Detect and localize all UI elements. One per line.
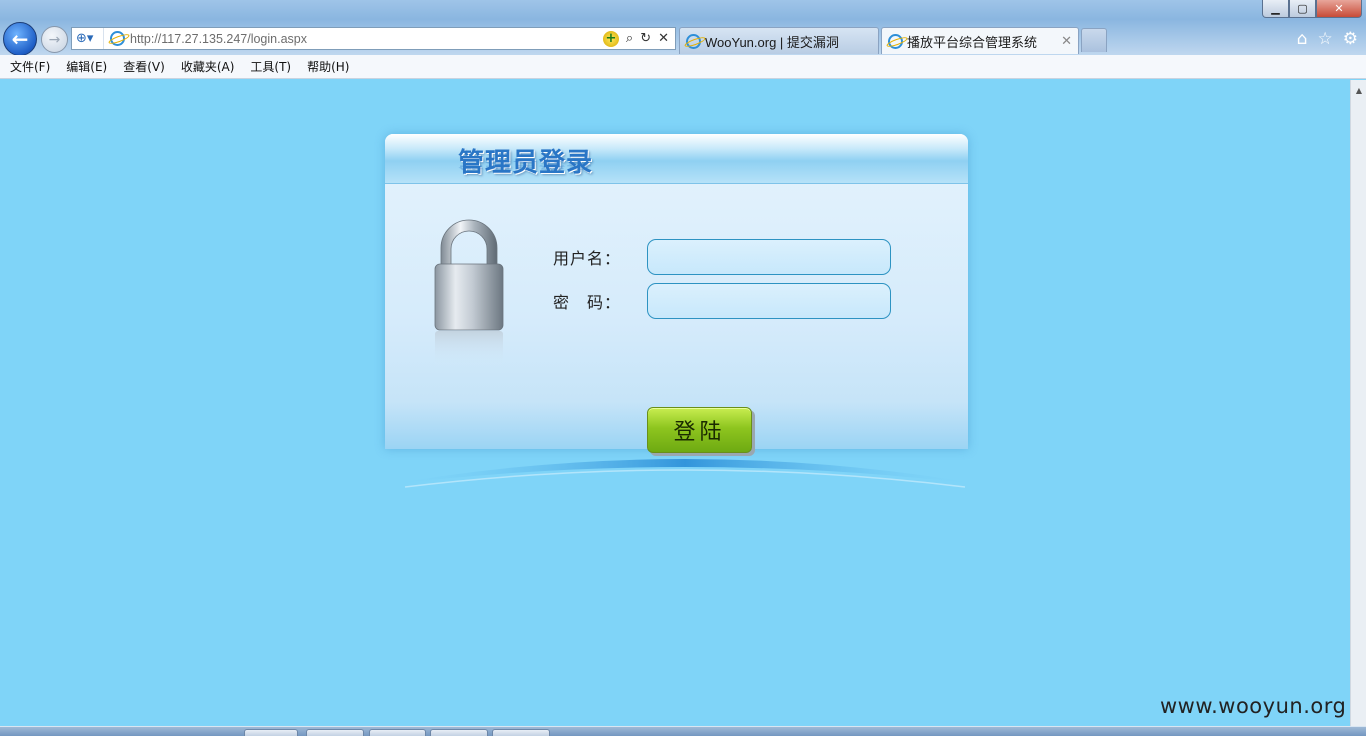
- taskbar-button[interactable]: [369, 729, 426, 736]
- menu-bar: 文件(F) 编辑(E) 查看(V) 收藏夹(A) 工具(T) 帮助(H): [0, 55, 1366, 79]
- login-title-reflection: 管理员登录: [458, 159, 594, 170]
- window-controls: ▁ ▢ ✕: [1262, 0, 1362, 18]
- new-tab-button[interactable]: [1081, 28, 1107, 52]
- windows-taskbar: [0, 726, 1366, 736]
- url-text[interactable]: http://117.27.135.247/login.aspx: [130, 32, 603, 46]
- vertical-scrollbar[interactable]: ▲: [1350, 80, 1366, 726]
- menu-help[interactable]: 帮助(H): [301, 58, 355, 75]
- tab-title: 播放平台综合管理系统: [907, 34, 1038, 50]
- tab-title: WooYun.org | 提交漏洞: [705, 34, 839, 50]
- back-arrow-icon: ←: [11, 27, 29, 51]
- padlock-icon: [434, 219, 504, 365]
- login-header: 管理员登录 管理员登录: [385, 134, 968, 184]
- settings-gear-icon[interactable]: ⚙: [1343, 29, 1358, 49]
- username-label: 用户名：: [553, 249, 622, 268]
- password-input[interactable]: [647, 283, 891, 319]
- minimize-button[interactable]: ▁: [1262, 0, 1289, 18]
- url-path: /login.aspx: [247, 31, 307, 46]
- favorites-star-icon[interactable]: ☆: [1318, 29, 1333, 49]
- toolbar-right-icons: ⌂ ☆ ⚙: [1297, 29, 1358, 49]
- refresh-icon[interactable]: ↻: [640, 31, 651, 46]
- taskbar-button[interactable]: [306, 729, 364, 736]
- address-bar[interactable]: ⊕▾ http://117.27.135.247/login.aspx + ⌕ …: [71, 27, 676, 50]
- add-on-icon[interactable]: +: [602, 30, 619, 47]
- stop-icon[interactable]: ✕: [658, 31, 669, 46]
- decorative-swoosh: [385, 459, 985, 488]
- close-tab-icon[interactable]: ✕: [1061, 33, 1072, 49]
- menu-tools[interactable]: 工具(T): [244, 58, 297, 75]
- back-button[interactable]: ←: [3, 22, 37, 56]
- browser-title-bar: ▁ ▢ ✕ ← → ⊕▾ http://117.27.135.247/login…: [0, 0, 1366, 56]
- search-icon[interactable]: ⌕: [626, 31, 633, 46]
- menu-edit[interactable]: 编辑(E): [60, 58, 113, 75]
- tab-wooyun[interactable]: WooYun.org | 提交漏洞: [679, 27, 879, 54]
- username-input[interactable]: [647, 239, 891, 275]
- watermark-text: www.wooyun.org: [1160, 694, 1347, 718]
- login-panel: 管理员登录 管理员登录 用户名： 密 码：: [385, 134, 968, 449]
- taskbar-button[interactable]: [430, 729, 488, 736]
- forward-arrow-icon: →: [48, 31, 61, 48]
- address-tools: + ⌕ ↻ ✕: [602, 30, 675, 47]
- maximize-button[interactable]: ▢: [1289, 0, 1316, 18]
- password-label: 密 码：: [553, 293, 622, 312]
- ie-tab-icon: [686, 33, 701, 49]
- taskbar-button[interactable]: [244, 729, 298, 736]
- url-host: http://117.27.135.247: [130, 31, 248, 46]
- close-window-button[interactable]: ✕: [1316, 0, 1362, 18]
- menu-view[interactable]: 查看(V): [117, 58, 171, 75]
- scroll-up-arrow-icon[interactable]: ▲: [1351, 84, 1366, 96]
- taskbar-button[interactable]: [492, 729, 550, 736]
- menu-favorites[interactable]: 收藏夹(A): [175, 58, 241, 75]
- ie-tab-icon: [888, 33, 903, 49]
- compatibility-view-icon[interactable]: ⊕▾: [72, 28, 104, 49]
- forward-button[interactable]: →: [41, 26, 68, 53]
- tab-management-system[interactable]: 播放平台综合管理系统 ✕: [881, 27, 1079, 54]
- login-submit-button[interactable]: 登陆: [647, 407, 752, 453]
- ie-page-icon: [108, 31, 126, 47]
- home-icon[interactable]: ⌂: [1297, 29, 1308, 49]
- menu-file[interactable]: 文件(F): [4, 58, 56, 75]
